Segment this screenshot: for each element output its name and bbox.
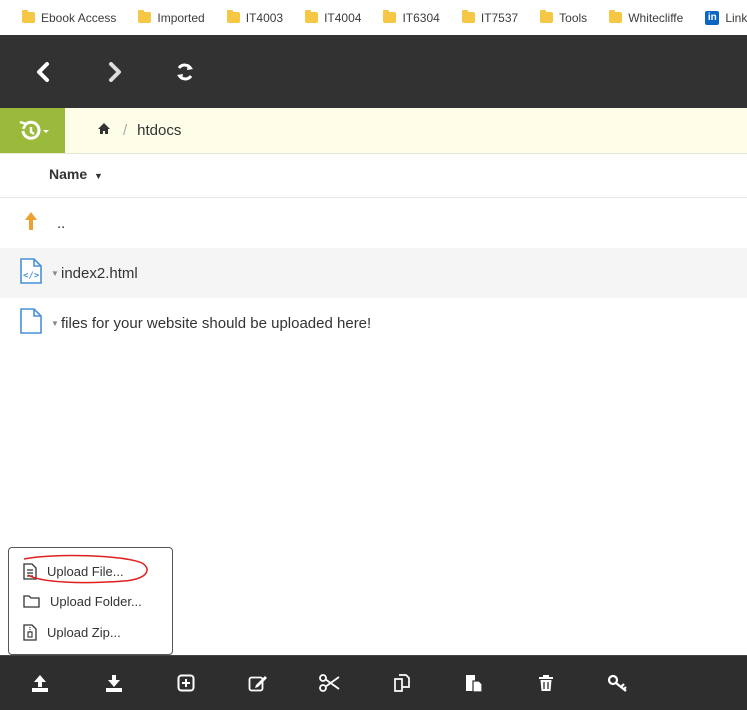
folder-icon	[540, 10, 554, 23]
permissions-button[interactable]	[600, 656, 636, 710]
bookmark-label: IT6304	[402, 10, 440, 25]
bookmark-label: Whitecliffe	[628, 10, 684, 25]
back-button[interactable]	[23, 35, 63, 108]
column-header: Name ▼	[0, 154, 747, 198]
copy-icon	[394, 674, 410, 692]
zip-file-icon	[23, 623, 37, 641]
html-file-icon: </>	[20, 257, 42, 289]
breadcrumb-htdocs[interactable]: htdocs	[137, 122, 181, 139]
menu-item-label: Upload Folder...	[50, 593, 142, 609]
refresh-button[interactable]	[165, 35, 205, 108]
delete-button[interactable]	[528, 656, 564, 710]
breadcrumb-separator: /	[123, 122, 128, 139]
file-icon	[20, 307, 42, 339]
bottom-toolbar	[0, 655, 747, 710]
bookmark-it4003[interactable]: IT4003	[226, 10, 284, 25]
top-navigation	[0, 35, 747, 108]
breadcrumb: / htdocs	[97, 108, 181, 153]
name-sort-header[interactable]: Name ▼	[49, 166, 103, 182]
folder-icon	[226, 10, 240, 23]
paste-button[interactable]	[456, 656, 492, 710]
bookmark-label: IT7537	[480, 10, 519, 25]
chevron-left-icon	[37, 61, 49, 82]
trash-icon	[539, 675, 553, 691]
folder-icon	[305, 10, 319, 23]
folder-icon	[609, 10, 623, 23]
bookmark-label: LinkedIn Lea	[725, 10, 747, 25]
forward-button[interactable]	[95, 35, 135, 108]
bookmarks-bar: Ebook Access Imported IT4003 IT4004 IT63…	[0, 0, 747, 35]
new-item-button[interactable]	[168, 656, 204, 710]
menu-item-label: Upload Zip...	[47, 624, 121, 640]
file-row-readme[interactable]: ▼ files for your website should be uploa…	[0, 298, 747, 348]
scissors-icon	[319, 674, 340, 692]
svg-text:</>: </>	[23, 271, 40, 281]
bookmark-it4004[interactable]: IT4004	[305, 10, 362, 25]
download-button[interactable]	[96, 656, 132, 710]
bookmark-label: Ebook Access	[41, 10, 117, 25]
bookmark-ebook-access[interactable]: Ebook Access	[22, 10, 117, 25]
bookmark-it7537[interactable]: IT7537	[461, 10, 519, 25]
cut-button[interactable]	[312, 656, 348, 710]
plus-square-icon	[177, 674, 195, 692]
bookmark-tools[interactable]: Tools	[540, 10, 588, 25]
download-icon	[106, 675, 122, 692]
name-column-label: Name	[49, 166, 88, 182]
home-icon[interactable]	[97, 122, 111, 139]
red-circle-annotation	[23, 554, 148, 584]
paste-icon	[466, 675, 483, 693]
upload-icon	[32, 675, 48, 692]
folder-outline-icon	[23, 595, 40, 608]
parent-folder-icon	[24, 211, 38, 236]
bookmark-linkedin[interactable]: in LinkedIn Lea	[705, 10, 747, 25]
copy-button[interactable]	[384, 656, 420, 710]
chevron-right-icon	[109, 61, 121, 82]
file-name: files for your website should be uploade…	[61, 314, 372, 332]
history-button[interactable]	[0, 108, 65, 153]
linkedin-icon: in	[705, 10, 720, 25]
refresh-icon	[177, 63, 193, 80]
upload-button[interactable]	[22, 656, 58, 710]
bookmark-imported[interactable]: Imported	[138, 10, 205, 25]
sort-caret-icon: ▼	[94, 171, 103, 181]
file-row-parent[interactable]: ..	[0, 198, 747, 248]
folder-icon	[138, 10, 152, 23]
bookmark-whitecliffe[interactable]: Whitecliffe	[609, 10, 684, 25]
rename-button[interactable]	[240, 656, 276, 710]
edit-icon	[248, 676, 267, 692]
bookmark-label: Imported	[157, 10, 205, 25]
file-row-index2[interactable]: </> ▼ index2.html	[0, 248, 747, 298]
folder-icon	[383, 10, 397, 23]
key-icon	[607, 674, 627, 692]
history-icon	[19, 120, 49, 140]
file-menu-caret-icon[interactable]: ▼	[51, 319, 59, 328]
file-name: index2.html	[61, 264, 138, 282]
bookmark-label: IT4004	[324, 10, 362, 25]
bookmark-label: Tools	[559, 10, 588, 25]
breadcrumb-bar: / htdocs	[0, 108, 747, 154]
file-name: ..	[57, 214, 66, 232]
bookmark-label: IT4003	[245, 10, 284, 25]
folder-icon	[461, 10, 475, 23]
folder-icon	[22, 10, 35, 23]
upload-folder-item[interactable]: Upload Folder...	[23, 590, 142, 612]
file-menu-caret-icon[interactable]: ▼	[51, 269, 59, 278]
upload-zip-item[interactable]: Upload Zip...	[23, 621, 121, 643]
bookmark-it6304[interactable]: IT6304	[383, 10, 440, 25]
